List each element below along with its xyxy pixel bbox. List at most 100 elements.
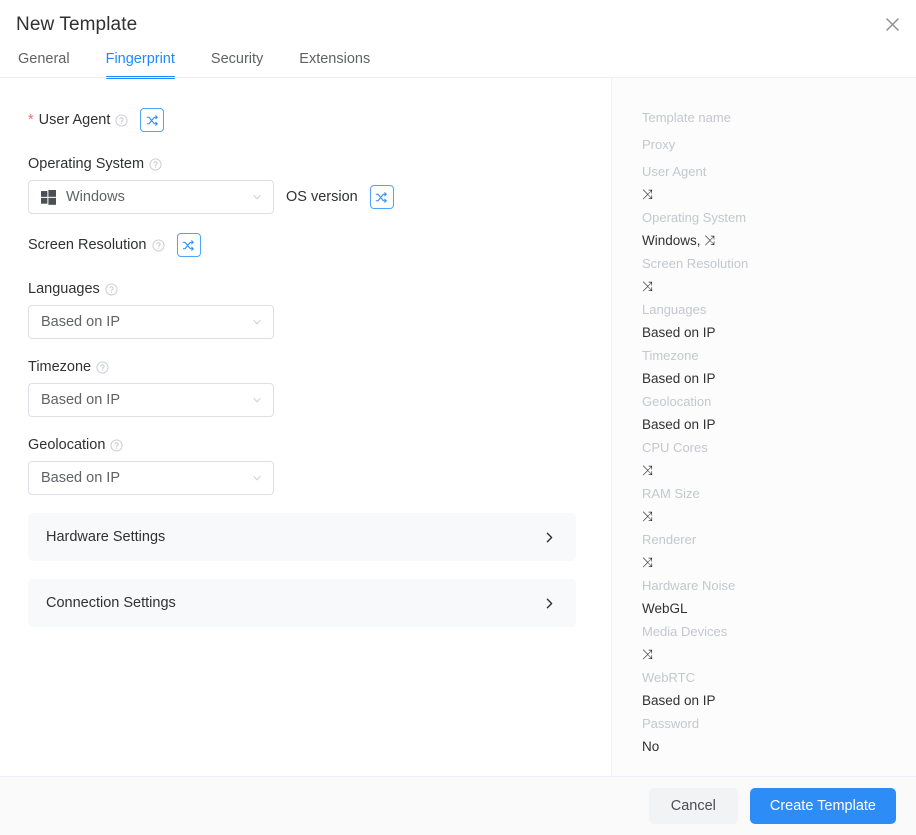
summary-row: Timezone Based on IP	[642, 342, 916, 388]
summary-value: Based on IP	[642, 693, 716, 708]
summary-label: User Agent	[642, 164, 707, 179]
help-circle-icon[interactable]	[149, 157, 162, 171]
operating-system-select[interactable]: Windows	[28, 180, 274, 214]
operating-system-row: Windows OS version	[28, 180, 394, 214]
timezone-select[interactable]: Based on IP	[28, 383, 274, 417]
tab-general[interactable]: General	[0, 46, 88, 78]
timezone-label: Timezone	[28, 359, 92, 375]
operating-system-value: Windows	[66, 189, 125, 205]
summary-label: Renderer	[642, 532, 697, 547]
accordion-connection-settings[interactable]: Connection Settings	[28, 579, 576, 627]
summary-row: Languages Based on IP	[642, 296, 916, 342]
page-title: New Template	[16, 14, 138, 35]
tab-bar: General Fingerprint Security Extensions	[0, 46, 388, 79]
help-circle-icon[interactable]	[151, 238, 165, 252]
summary-label: Timezone	[642, 348, 699, 363]
required-marker: *	[28, 111, 34, 128]
geolocation-label: Geolocation	[28, 437, 106, 453]
summary-row: WebRTC Based on IP	[642, 664, 916, 710]
summary-row: Screen Resolution ⤨	[642, 250, 916, 296]
summary-row: Hardware Noise WebGL	[642, 572, 916, 618]
create-template-button[interactable]: Create Template	[749, 788, 896, 824]
summary-row: Template name	[642, 104, 916, 131]
dialog-footer: Cancel Create Template	[0, 776, 916, 835]
dialog-header: New Template General Fingerprint Securit…	[0, 0, 916, 79]
os-version-shuffle-button[interactable]	[369, 185, 394, 209]
summary-value: Based on IP	[642, 325, 716, 340]
field-timezone: Timezone Based on IP	[28, 359, 274, 417]
summary-label: Template name	[642, 110, 731, 125]
summary-row: Operating System Windows, ⤨	[642, 204, 916, 250]
help-circle-icon[interactable]	[105, 282, 118, 296]
screen-resolution-shuffle-button[interactable]	[176, 233, 201, 257]
languages-value: Based on IP	[41, 314, 120, 330]
summary-label: Operating System	[642, 210, 747, 225]
windows-logo-icon	[41, 189, 56, 205]
dialog-body: * User Agent Operating System Windows OS…	[0, 78, 916, 776]
summary-row: CPU Cores ⤨	[642, 434, 916, 480]
user-agent-shuffle-button[interactable]	[140, 108, 165, 132]
field-languages: Languages Based on IP	[28, 281, 274, 339]
chevron-down-icon	[251, 191, 263, 203]
summary-label: WebRTC	[642, 670, 695, 685]
tab-fingerprint[interactable]: Fingerprint	[88, 46, 193, 79]
summary-label: Password	[642, 716, 700, 731]
help-circle-icon[interactable]	[96, 360, 109, 374]
field-user-agent: * User Agent	[28, 108, 165, 132]
summary-value: ⤨	[642, 463, 653, 478]
summary-label: Hardware Noise	[642, 578, 736, 593]
summary-value: ⤨	[642, 509, 653, 524]
field-operating-system: Operating System Windows OS version	[28, 156, 394, 214]
os-version-label: OS version	[286, 189, 358, 205]
accordion-connection-settings-label: Connection Settings	[46, 595, 176, 611]
languages-label: Languages	[28, 281, 100, 297]
languages-select[interactable]: Based on IP	[28, 305, 274, 339]
summary-label: Geolocation	[642, 394, 712, 409]
template-summary-panel: Template name Proxy User Agent ⤨ Operati…	[611, 78, 916, 776]
operating-system-label: Operating System	[28, 156, 145, 172]
timezone-label-group: Timezone	[28, 359, 274, 375]
summary-value: Windows, ⤨	[642, 233, 716, 248]
summary-value: ⤨	[642, 555, 653, 570]
summary-label: Proxy	[642, 137, 676, 152]
new-template-dialog: New Template General Fingerprint Securit…	[0, 0, 916, 835]
summary-label: RAM Size	[642, 486, 700, 501]
summary-row: Geolocation Based on IP	[642, 388, 916, 434]
summary-row: Renderer ⤨	[642, 526, 916, 572]
geolocation-value: Based on IP	[41, 470, 120, 486]
summary-label: Screen Resolution	[642, 256, 749, 271]
summary-value: No	[642, 739, 660, 754]
screen-resolution-label: Screen Resolution	[28, 237, 147, 253]
summary-label: Media Devices	[642, 624, 728, 639]
cancel-button[interactable]: Cancel	[648, 788, 738, 824]
chevron-right-icon	[543, 597, 556, 610]
screen-resolution-label-group: Screen Resolution	[28, 237, 165, 253]
summary-value: Based on IP	[642, 417, 716, 432]
accordion-hardware-settings-label: Hardware Settings	[46, 529, 166, 545]
field-screen-resolution: Screen Resolution	[28, 233, 201, 257]
help-circle-icon[interactable]	[115, 113, 128, 127]
summary-label: Languages	[642, 302, 707, 317]
user-agent-label-group: * User Agent	[28, 112, 128, 128]
accordion-hardware-settings[interactable]: Hardware Settings	[28, 513, 576, 561]
geolocation-label-group: Geolocation	[28, 437, 274, 453]
chevron-down-icon	[251, 394, 263, 406]
summary-row: RAM Size ⤨	[642, 480, 916, 526]
tab-security[interactable]: Security	[193, 46, 281, 78]
timezone-value: Based on IP	[41, 392, 120, 408]
close-icon[interactable]	[876, 8, 908, 40]
summary-label: CPU Cores	[642, 440, 708, 455]
tab-extensions[interactable]: Extensions	[281, 46, 388, 78]
field-geolocation: Geolocation Based on IP	[28, 437, 274, 495]
summary-row: Password No	[642, 710, 916, 756]
summary-value: ⤨	[642, 647, 653, 662]
chevron-down-icon	[251, 472, 263, 484]
help-circle-icon[interactable]	[110, 438, 123, 452]
summary-value: ⤨	[642, 187, 653, 202]
fingerprint-form: * User Agent Operating System Windows OS…	[0, 78, 611, 776]
summary-row: User Agent ⤨	[642, 158, 916, 204]
summary-row: Media Devices ⤨	[642, 618, 916, 664]
chevron-down-icon	[251, 316, 263, 328]
chevron-right-icon	[543, 531, 556, 544]
geolocation-select[interactable]: Based on IP	[28, 461, 274, 495]
